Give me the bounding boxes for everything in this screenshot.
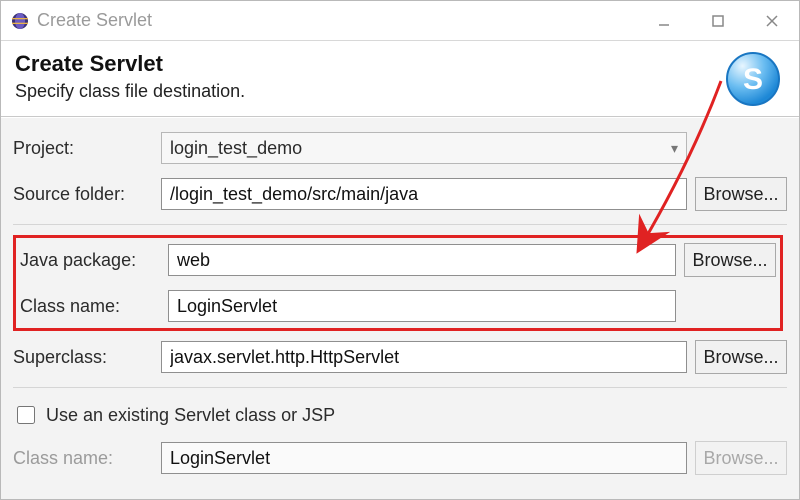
row-source-folder: Source folder: Browse... <box>13 174 787 214</box>
minimize-button[interactable] <box>637 1 691 41</box>
wizard-subheading: Specify class file destination. <box>15 81 785 102</box>
svg-text:S: S <box>743 63 763 96</box>
row-class-name: Class name: <box>20 286 776 326</box>
row-project: Project: login_test_demo ▾ <box>13 128 787 168</box>
browse-superclass-button[interactable]: Browse... <box>695 340 787 374</box>
form-area: Project: login_test_demo ▾ Source folder… <box>1 117 799 499</box>
label-project: Project: <box>13 138 153 159</box>
label-java-package: Java package: <box>20 250 160 271</box>
project-dropdown-value: login_test_demo <box>170 138 302 159</box>
superclass-input[interactable] <box>161 341 687 373</box>
servlet-wizard-icon: S <box>717 47 781 111</box>
row-java-package: Java package: Browse... <box>20 240 776 280</box>
label-class-name: Class name: <box>20 296 160 317</box>
separator <box>13 224 787 225</box>
separator <box>13 387 787 388</box>
class-name-disabled-input <box>161 442 687 474</box>
label-source-folder: Source folder: <box>13 184 153 205</box>
wizard-banner: Create Servlet Specify class file destin… <box>1 41 799 117</box>
browse-java-package-button[interactable]: Browse... <box>684 243 776 277</box>
row-use-existing: Use an existing Servlet class or JSP <box>13 398 787 432</box>
eclipse-icon <box>11 12 29 30</box>
chevron-down-icon: ▾ <box>671 140 678 157</box>
source-folder-input[interactable] <box>161 178 687 210</box>
maximize-button[interactable] <box>691 1 745 41</box>
dialog-window: Create Servlet Create Servlet Specify cl… <box>0 0 800 500</box>
label-use-existing: Use an existing Servlet class or JSP <box>46 405 335 426</box>
label-superclass: Superclass: <box>13 347 153 368</box>
project-dropdown[interactable]: login_test_demo ▾ <box>161 132 687 164</box>
titlebar: Create Servlet <box>1 1 799 41</box>
window-title: Create Servlet <box>37 10 152 31</box>
close-button[interactable] <box>745 1 799 41</box>
highlight-annotation: Java package: Browse... Class name: <box>13 235 783 331</box>
browse-class-name-disabled-button: Browse... <box>695 441 787 475</box>
row-class-name-disabled: Class name: Browse... <box>13 438 787 478</box>
use-existing-checkbox[interactable] <box>17 406 35 424</box>
class-name-input[interactable] <box>168 290 676 322</box>
label-class-name-disabled: Class name: <box>13 448 153 469</box>
browse-source-folder-button[interactable]: Browse... <box>695 177 787 211</box>
row-superclass: Superclass: Browse... <box>13 337 787 377</box>
java-package-input[interactable] <box>168 244 676 276</box>
wizard-heading: Create Servlet <box>15 51 785 77</box>
